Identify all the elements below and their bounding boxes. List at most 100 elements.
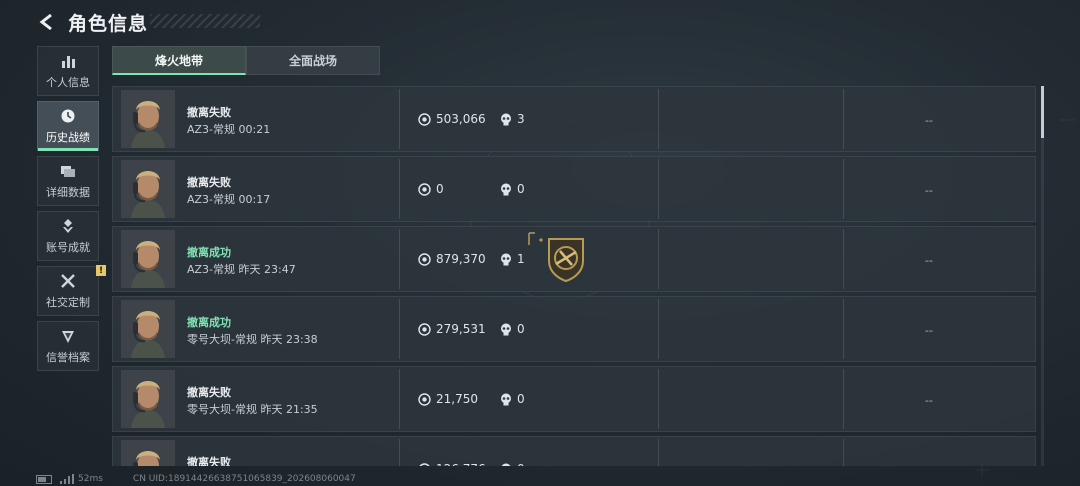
sidebar-item-achievements[interactable]: 账号成就 [37,211,99,261]
asset-value-text: 0 [436,182,444,196]
match-row[interactable]: 撤离成功 零号大坝-常规 昨天 23:38 279,531 0 -- [112,296,1036,362]
tab-hazard-zone[interactable]: 烽火地带 [112,46,246,75]
sidebar-item-reputation[interactable]: 信誉档案 [37,321,99,371]
clock-icon [59,107,77,125]
map-and-time: AZ3-常规 00:17 [187,193,271,206]
column-divider [658,299,659,359]
extraction-status: 撤离失败 [187,386,231,399]
coin-icon [418,112,431,126]
asset-value-text: 279,531 [436,322,486,336]
column-divider [843,159,844,219]
skull-icon [501,463,511,466]
sidebar-item-label: 个人信息 [46,76,90,89]
skull-icon [501,253,511,265]
kill-count-text: 0 [517,182,525,196]
coin-icon [418,182,431,196]
coin-icon [419,462,430,466]
kill-count-text: 1 [517,252,525,266]
map-and-time: AZ3-常规 昨天 23:47 [187,263,296,276]
column-divider [843,369,844,429]
operator-avatar [121,370,175,428]
kill-count: 0 [500,182,525,196]
kill-count: 0 [500,462,525,466]
extra-value: -- [925,184,933,197]
match-row[interactable]: 撤离失败 AZ3-常规 00:21 503,066 3 -- [112,86,1036,152]
asset-value: 503,066 [418,112,486,126]
extraction-status: 撤离成功 [187,316,231,329]
scrollbar[interactable] [1041,86,1044,466]
sidebar-item-label: 详细数据 [46,186,90,199]
back-arrow-icon [39,13,52,31]
column-divider [658,369,659,429]
match-history-list[interactable]: 撤离失败 AZ3-常规 00:21 503,066 3 -- 撤离失败 AZ3-… [112,86,1036,466]
sidebar-item-personal-info[interactable]: 个人信息 [37,46,99,96]
skull-icon [501,323,511,335]
column-divider [399,439,400,466]
coin-icon [418,392,431,406]
ping-text: 52ms [78,474,103,484]
notification-badge: ! [96,265,106,276]
page-title: 角色信息 [68,12,149,35]
kill-count: 0 [500,392,525,406]
skull-icon [501,183,511,195]
column-divider [399,369,400,429]
kill-count-text: 0 [517,462,525,466]
mode-tabs: 烽火地带 全面战场 [112,46,380,75]
column-divider [843,229,844,289]
sidebar-item-detailed-data[interactable]: 详细数据 [37,156,99,206]
operator-avatar [121,440,175,466]
kill-count-text: 0 [517,392,525,406]
scrollbar-thumb[interactable] [1041,86,1044,138]
kill-count: 3 [500,112,525,126]
sidebar-item-match-history[interactable]: 历史战绩 [37,101,99,151]
kill-count-text: 0 [517,322,525,336]
bar-chart-icon [59,52,77,70]
column-divider [843,299,844,359]
column-divider [658,439,659,466]
asset-value-text: 879,370 [436,252,486,266]
match-row[interactable]: 撤离失败 零号大坝-常规 昨天 21:35 21,750 0 -- [112,366,1036,432]
sidebar-item-label: 历史战绩 [46,131,90,144]
column-divider [658,159,659,219]
back-button[interactable] [36,11,58,33]
asset-value-text: 126,776 [436,462,486,466]
skull-icon [501,393,511,405]
asset-value: 279,531 [418,322,486,336]
signal-icon [60,474,74,484]
shield-icon [59,327,77,345]
column-divider [658,89,659,149]
match-row[interactable]: 撤离失败 AZ3-常规 00:17 0 0 -- [112,156,1036,222]
asset-value: 126,776 [418,462,486,466]
map-and-time: 零号大坝-常规 昨天 21:35 [187,403,318,416]
uid-text: CN UID:18914426638751065839_202608060047 [132,474,356,484]
coin-icon [418,252,431,266]
skull-icon [501,113,511,125]
map-and-time: 零号大坝-常规 昨天 23:38 [187,333,318,346]
battery-icon [36,474,52,484]
kill-count: 1 [500,252,525,266]
column-divider [843,439,844,466]
header-hatch-decoration [150,14,260,28]
emblem-icon [59,217,77,235]
sidebar-item-label: 信誉档案 [46,351,90,364]
footer: 52ms CN UID:18914426638751065839_2026080… [36,472,356,486]
operator-avatar [121,90,175,148]
match-row[interactable]: 撤离失败 126,776 0 [112,436,1036,466]
column-divider [658,229,659,289]
asset-value: 879,370 [418,252,486,266]
match-row[interactable]: 撤离成功 AZ3-常规 昨天 23:47 879,370 1 -- [112,226,1036,292]
sidebar-item-label: 社交定制 [46,296,90,309]
asset-value-text: 503,066 [436,112,486,126]
tab-full-battlefield[interactable]: 全面战场 [246,46,380,75]
coin-icon [418,322,431,336]
extraction-status: 撤离失败 [187,456,231,466]
asset-value: 21,750 [418,392,478,406]
achievement-medal-icon[interactable] [527,231,589,283]
extraction-status: 撤离成功 [187,246,231,259]
sidebar-item-social-custom[interactable]: 社交定制 ! [37,265,106,316]
extraction-status: 撤离失败 [187,176,231,189]
column-divider [843,89,844,149]
tools-icon [59,272,77,290]
sidebar-nav: 个人信息 历史战绩 详细数据 账号成就 社交定制 ! 信誉档案 [37,46,106,376]
asset-value-text: 21,750 [436,392,478,406]
